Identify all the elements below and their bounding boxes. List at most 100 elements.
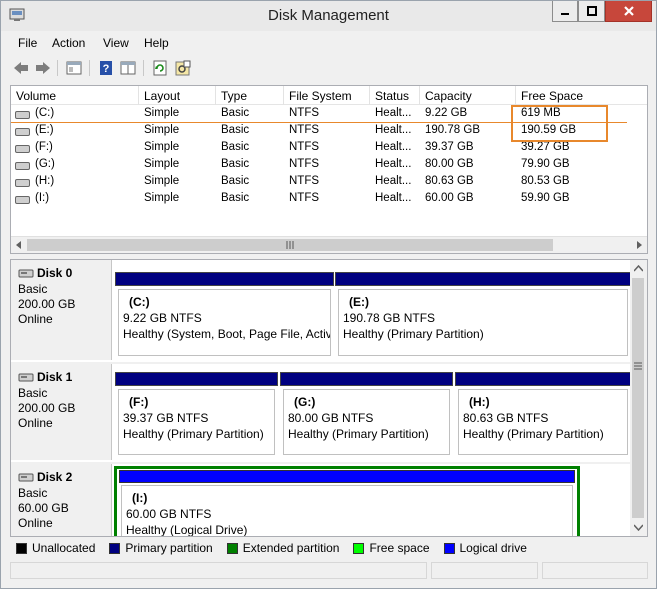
column-header-layout[interactable]: Layout [139, 86, 216, 105]
partition[interactable]: (E:) 190.78 GB NTFS Healthy (Primary Par… [335, 272, 631, 359]
properties-icon [66, 61, 82, 75]
logical-drive-bar [119, 470, 575, 483]
partition-body: (F:) 39.37 GB NTFS Healthy (Primary Part… [118, 389, 275, 455]
volume-free-space: 39.27 GB [521, 141, 570, 153]
settings-icon [175, 60, 191, 76]
partition-name: (G:) [294, 395, 316, 409]
disk-row[interactable]: Disk 0 Basic 200.00 GB Online (C:) 9.22 … [11, 260, 631, 360]
volume-drive-icon [15, 196, 30, 204]
partition-name: (E:) [349, 295, 369, 309]
volume-name: (E:) [35, 124, 54, 136]
partition-name: (F:) [129, 395, 149, 409]
volume-file-system: NTFS [289, 175, 320, 187]
column-header-capacity[interactable]: Capacity [420, 86, 516, 105]
partition-body[interactable]: (I:) 60.00 GB NTFS Healthy (Logical Driv… [121, 485, 573, 537]
column-header-type[interactable]: Type [216, 86, 284, 105]
legend-item-free-space: Free space [347, 541, 430, 555]
partition[interactable]: (G:) 80.00 GB NTFS Healthy (Primary Part… [280, 372, 453, 458]
column-header-status[interactable]: Status [370, 86, 420, 105]
minimize-button[interactable] [552, 1, 578, 22]
volume-layout: Simple [144, 107, 180, 119]
disk-name: Disk 2 [37, 470, 73, 484]
status-bar [10, 560, 648, 582]
settings-button[interactable] [173, 58, 193, 78]
menu-file[interactable]: File [18, 36, 37, 50]
volume-name: (G:) [35, 158, 55, 170]
disk-icon [18, 269, 34, 278]
help-button[interactable]: ? [96, 58, 116, 78]
menu-help[interactable]: Help [144, 36, 169, 50]
disk-row[interactable]: Disk 1 Basic 200.00 GB Online (F:) 39.37… [11, 364, 631, 460]
partition-status: Healthy (System, Boot, Page File, Activ [123, 327, 331, 341]
maximize-button[interactable] [578, 1, 605, 22]
forward-button[interactable] [33, 58, 53, 78]
status-cell [431, 562, 538, 579]
column-header-volume[interactable]: Volume [11, 86, 139, 105]
close-icon [623, 6, 634, 16]
volume-file-system: NTFS [289, 158, 320, 170]
horizontal-scroll-thumb[interactable] [27, 239, 553, 251]
scroll-right-icon[interactable] [635, 241, 643, 249]
horizontal-scrollbar[interactable] [11, 236, 647, 253]
volume-status: Healt... [375, 175, 412, 187]
pane-button[interactable] [118, 58, 138, 78]
partition[interactable]: (H:) 80.63 GB NTFS Healthy (Primary Part… [455, 372, 631, 458]
volume-free-space: 80.53 GB [521, 175, 570, 187]
scroll-up-icon[interactable] [634, 265, 643, 272]
volume-name: (C:) [35, 107, 55, 119]
partition-body: (H:) 80.63 GB NTFS Healthy (Primary Part… [458, 389, 628, 455]
disk-type: Basic [18, 282, 48, 296]
volume-file-system: NTFS [289, 107, 320, 119]
partition[interactable]: (C:) 9.22 GB NTFS Healthy (System, Boot,… [115, 272, 334, 359]
volume-row[interactable]: (H:) Simple Basic NTFS Healt... 80.63 GB… [11, 174, 647, 191]
disk-info[interactable]: Disk 2 Basic 60.00 GB Online [11, 464, 112, 536]
menu-action[interactable]: Action [52, 36, 85, 50]
scroll-left-icon[interactable] [15, 241, 23, 249]
properties-button[interactable] [64, 58, 84, 78]
partition-size: 39.37 GB NTFS [123, 411, 209, 425]
disk-size: 60.00 GB [18, 501, 69, 515]
back-arrow-icon [14, 62, 28, 74]
menu-view[interactable]: View [103, 36, 129, 50]
volume-row[interactable]: (G:) Simple Basic NTFS Healt... 80.00 GB… [11, 157, 647, 174]
partition[interactable]: (F:) 39.37 GB NTFS Healthy (Primary Part… [115, 372, 278, 458]
refresh-button[interactable] [150, 58, 170, 78]
volume-list[interactable]: Volume Layout Type File System Status Ca… [10, 85, 648, 254]
disk-size: 200.00 GB [18, 401, 76, 415]
volume-row[interactable]: (F:) Simple Basic NTFS Healt... 39.37 GB… [11, 140, 647, 157]
partition-status: Healthy (Logical Drive) [126, 523, 248, 537]
vertical-scroll-thumb[interactable] [632, 278, 644, 518]
status-cell [542, 562, 648, 579]
volume-capacity: 80.63 GB [425, 175, 474, 187]
back-button[interactable] [11, 58, 31, 78]
toolbar-separator [89, 60, 90, 76]
legend-swatch [353, 542, 365, 554]
close-button[interactable] [605, 1, 652, 22]
volume-name: (F:) [35, 141, 53, 153]
column-header-file-system[interactable]: File System [284, 86, 370, 105]
volume-type: Basic [221, 141, 250, 153]
legend-item-primary: Primary partition [103, 541, 213, 555]
disk-info[interactable]: Disk 1 Basic 200.00 GB Online [11, 364, 112, 460]
disk-name: Disk 1 [37, 370, 73, 384]
volume-drive-icon [15, 162, 30, 170]
legend-swatch [16, 542, 27, 554]
partition-size: 80.00 GB NTFS [288, 411, 374, 425]
disk-info[interactable]: Disk 0 Basic 200.00 GB Online [11, 260, 112, 360]
vertical-scrollbar[interactable] [630, 260, 647, 536]
partition-size: 60.00 GB NTFS [126, 507, 212, 521]
extended-partition[interactable]: (I:) 60.00 GB NTFS Healthy (Logical Driv… [114, 466, 580, 537]
scroll-down-icon[interactable] [634, 524, 643, 531]
free-space-highlight [511, 105, 608, 142]
volume-row[interactable]: (I:) Simple Basic NTFS Healt... 60.00 GB… [11, 191, 647, 208]
volume-capacity: 60.00 GB [425, 192, 474, 204]
toolbar-separator [143, 60, 144, 76]
disk-graphical-view[interactable]: Disk 0 Basic 200.00 GB Online (C:) 9.22 … [10, 259, 648, 537]
column-header-free-space[interactable]: Free Space [516, 86, 647, 105]
primary-partition-bar [115, 372, 278, 386]
partition-size: 9.22 GB NTFS [123, 311, 202, 325]
help-icon: ? [100, 61, 112, 75]
disk-row[interactable]: Disk 2 Basic 60.00 GB Online (I:) 60.00 … [11, 464, 631, 537]
forward-arrow-icon [36, 62, 50, 74]
volume-layout: Simple [144, 192, 180, 204]
